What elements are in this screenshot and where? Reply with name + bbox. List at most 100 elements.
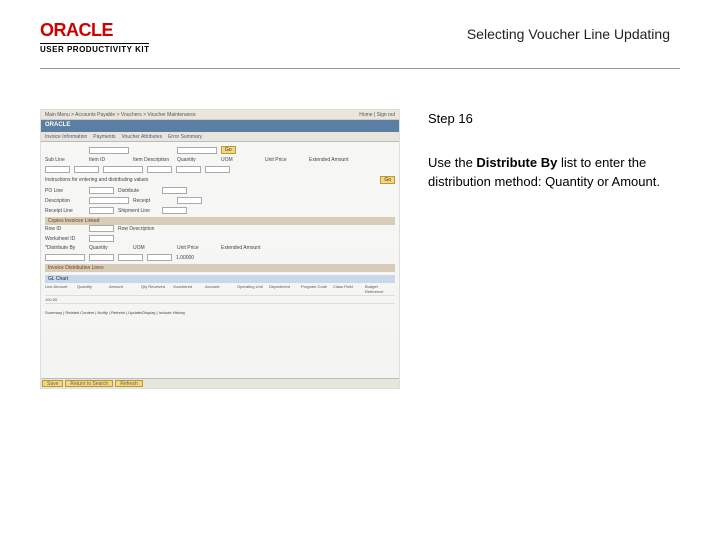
ss-cell bbox=[205, 297, 235, 302]
ss-cell bbox=[365, 297, 395, 302]
ss-section-header: Invoice Distribution Lines bbox=[45, 264, 395, 272]
ss-subtab-bar: GL Chart bbox=[45, 275, 395, 283]
ss-input[interactable] bbox=[205, 166, 230, 173]
ss-return-button[interactable]: Return to Search bbox=[65, 380, 113, 387]
ss-label: Row Description bbox=[118, 226, 158, 232]
ss-input[interactable] bbox=[89, 207, 114, 214]
ss-value: 1.00000 bbox=[176, 255, 216, 261]
ss-label: Distribute bbox=[118, 188, 158, 194]
ss-col: Class Field bbox=[333, 284, 363, 294]
ss-label: Unit Price bbox=[177, 245, 217, 251]
ss-section-title: Invoice Distribution Lines bbox=[48, 265, 104, 271]
ss-label: Quantity bbox=[89, 245, 129, 251]
ss-label: Extended Amount bbox=[221, 245, 261, 251]
ss-save-button[interactable]: Save bbox=[42, 380, 63, 387]
ss-input[interactable] bbox=[89, 235, 114, 242]
ss-cell bbox=[77, 297, 107, 302]
ss-bottom-links: Summary | Related Content | Notify | Ref… bbox=[45, 310, 395, 315]
instruction-panel: Step 16 Use the Distribute By list to en… bbox=[428, 109, 680, 389]
ss-label: Shipment Line bbox=[118, 208, 158, 214]
ss-refresh-button[interactable]: Refresh bbox=[115, 380, 143, 387]
ss-input[interactable] bbox=[118, 254, 143, 261]
embedded-screenshot: Main Menu > Accounts Payable > Vouchers … bbox=[40, 109, 400, 389]
ss-input[interactable] bbox=[177, 147, 217, 154]
ss-label: Sub Line bbox=[45, 157, 85, 163]
ss-subtab[interactable]: GL Chart bbox=[48, 276, 68, 282]
instruction-text: Use the Distribute By list to enter the … bbox=[428, 153, 680, 192]
ss-label: Quantity bbox=[177, 157, 217, 163]
ss-col: Budget Reference bbox=[365, 284, 395, 294]
ss-input[interactable] bbox=[147, 254, 172, 261]
ss-label bbox=[45, 147, 85, 153]
ss-distribute-by-dropdown[interactable] bbox=[45, 254, 85, 261]
ss-label: Receipt Line bbox=[45, 208, 85, 214]
ss-cell bbox=[301, 297, 331, 302]
ss-input[interactable] bbox=[45, 166, 70, 173]
ss-tab[interactable]: Error Summary bbox=[168, 134, 202, 139]
ss-cell bbox=[173, 297, 203, 302]
ss-col: Operating Unit bbox=[237, 284, 267, 294]
ss-note: Instructions for entering and distributi… bbox=[45, 177, 376, 183]
ss-input[interactable] bbox=[147, 166, 172, 173]
ss-label: Worksheet ID bbox=[45, 236, 85, 242]
ss-cell bbox=[109, 297, 139, 302]
ss-cell bbox=[269, 297, 299, 302]
ss-label: Item Description bbox=[133, 157, 173, 163]
ss-go-button[interactable]: Go bbox=[380, 176, 395, 184]
ss-label: Unit Price bbox=[265, 157, 305, 163]
ss-tab[interactable]: Voucher Attributes bbox=[121, 134, 162, 139]
ss-go-button[interactable]: Go bbox=[221, 146, 236, 154]
upk-subbrand: USER PRODUCTIVITY KIT bbox=[40, 43, 149, 54]
ss-input[interactable] bbox=[162, 187, 187, 194]
ss-input[interactable] bbox=[89, 254, 114, 261]
ss-input[interactable] bbox=[89, 187, 114, 194]
ss-input[interactable] bbox=[89, 197, 129, 204]
ss-label: Item ID bbox=[89, 157, 129, 163]
ss-label bbox=[133, 147, 173, 153]
oracle-wordmark: ORACLE bbox=[40, 20, 149, 41]
ss-top-links: Home | Sign out bbox=[359, 112, 395, 117]
ss-label: Extended Amount bbox=[309, 157, 349, 163]
ss-col: Account bbox=[205, 284, 235, 294]
instr-bold: Distribute By bbox=[476, 155, 557, 170]
ss-label: Row ID bbox=[45, 226, 85, 232]
ss-cell bbox=[141, 297, 171, 302]
ss-footer: Save Return to Search Refresh bbox=[41, 378, 399, 388]
ss-section-title: Copies Invoices Linked bbox=[48, 218, 99, 224]
ss-col: Qty Received bbox=[141, 284, 171, 294]
ss-grid-row: 100.00 bbox=[45, 296, 395, 304]
ss-col: Program Code bbox=[301, 284, 331, 294]
ss-brand: ORACLE bbox=[41, 120, 399, 132]
ss-cell bbox=[333, 297, 363, 302]
ss-grid-header: Line Amount Quantity Amount Qty Received… bbox=[45, 283, 395, 296]
ss-col: Department bbox=[269, 284, 299, 294]
ss-col: Line Amount bbox=[45, 284, 75, 294]
ss-label-distribute-by: *Distribute By bbox=[45, 245, 85, 251]
instr-before: Use the bbox=[428, 155, 476, 170]
ss-breadcrumb: Main Menu > Accounts Payable > Vouchers … bbox=[45, 112, 196, 117]
ss-label: Description bbox=[45, 198, 85, 204]
ss-input[interactable] bbox=[176, 166, 201, 173]
ss-cell bbox=[237, 297, 267, 302]
ss-col: Amount bbox=[109, 284, 139, 294]
ss-label: Receipt bbox=[133, 198, 173, 204]
ss-col: Vouchered bbox=[173, 284, 203, 294]
ss-input[interactable] bbox=[89, 225, 114, 232]
ss-tab[interactable]: Invoice Information bbox=[45, 134, 87, 139]
ss-breadcrumb-bar: Main Menu > Accounts Payable > Vouchers … bbox=[41, 110, 399, 120]
step-label: Step 16 bbox=[428, 109, 680, 129]
ss-label: UOM bbox=[221, 157, 261, 163]
page-title: Selecting Voucher Line Updating bbox=[467, 26, 670, 42]
ss-tab[interactable]: Payments bbox=[93, 134, 115, 139]
brand-logo: ORACLE USER PRODUCTIVITY KIT bbox=[40, 20, 149, 54]
ss-input[interactable] bbox=[74, 166, 99, 173]
ss-input[interactable] bbox=[162, 207, 187, 214]
ss-input[interactable] bbox=[177, 197, 202, 204]
ss-section-header: Copies Invoices Linked bbox=[45, 217, 395, 225]
ss-input[interactable] bbox=[89, 147, 129, 154]
ss-label: UOM bbox=[133, 245, 173, 251]
ss-input[interactable] bbox=[103, 166, 143, 173]
ss-tab-strip: Invoice Information Payments Voucher Att… bbox=[41, 132, 399, 142]
ss-label: PO Line bbox=[45, 188, 85, 194]
ss-col: Quantity bbox=[77, 284, 107, 294]
